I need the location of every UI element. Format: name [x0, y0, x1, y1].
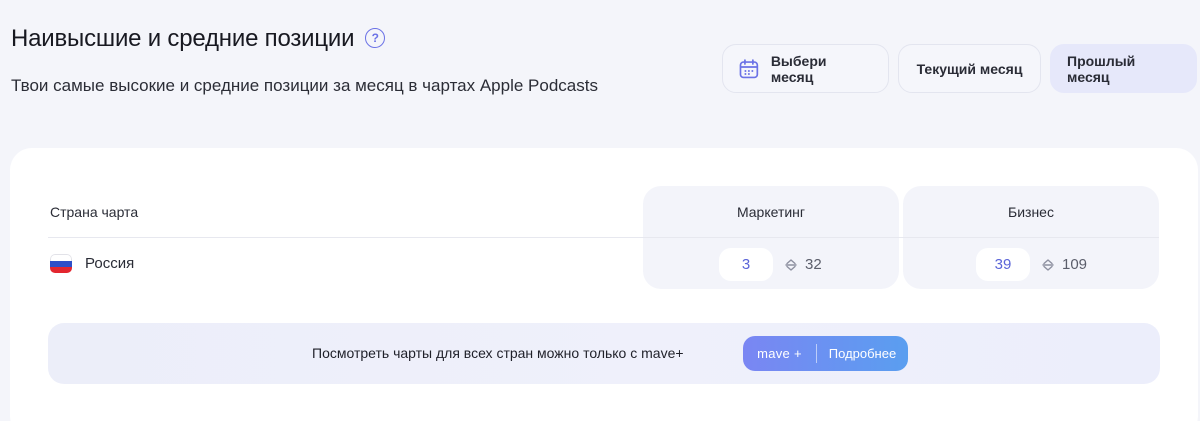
- page-subtitle: Твои самые высокие и средние позиции за …: [11, 76, 598, 95]
- average-position: 32: [805, 256, 822, 273]
- promo-text: Посмотреть чарты для всех стран можно то…: [312, 345, 684, 361]
- current-month-label: Текущий месяц: [916, 60, 1023, 77]
- column-header-category: Маркетинг: [736, 204, 806, 220]
- title-row: Наивысшие и средние позиции ?: [11, 25, 386, 53]
- header-divider: [48, 237, 1159, 238]
- best-position: 3: [719, 248, 773, 281]
- page: Наивысшие и средние позиции ? Твои самые…: [0, 0, 1200, 421]
- calendar-icon: [739, 58, 759, 78]
- column-header-category: Бизнес: [1008, 204, 1054, 220]
- promo-more-button[interactable]: mave + Подробнее: [743, 336, 908, 371]
- best-position: 39: [976, 248, 1030, 281]
- current-month-button[interactable]: Текущий месяц: [898, 44, 1041, 93]
- period-selector: Выбери месяц Текущий месяц Прошлый месяц: [722, 44, 1197, 93]
- last-month-label: Прошлый месяц: [1067, 52, 1136, 85]
- last-month-button[interactable]: Прошлый месяц: [1050, 44, 1197, 93]
- position-cell-business: 39 109: [976, 248, 1087, 281]
- promo-banner: Посмотреть чарты для всех стран можно то…: [48, 323, 1160, 384]
- average-icon: [1042, 258, 1054, 271]
- average-position: 109: [1062, 256, 1088, 273]
- pick-month-button[interactable]: Выбери месяц: [722, 44, 889, 93]
- column-header-country: Страна чарта: [50, 204, 139, 220]
- russia-flag-icon: [50, 254, 72, 273]
- country-name: Россия: [85, 255, 135, 272]
- page-title: Наивысшие и средние позиции: [11, 25, 355, 52]
- pick-month-label: Выбери месяц: [770, 52, 827, 85]
- position-cell-marketing: 3 32: [719, 248, 822, 281]
- promo-more-label: Подробнее: [828, 346, 897, 361]
- average-icon: [785, 258, 797, 271]
- positions-card: Страна чарта Маркетинг Бизнес Россия 3 3…: [10, 148, 1198, 421]
- table-row: Россия: [50, 254, 134, 273]
- question-circle-icon[interactable]: ?: [365, 28, 386, 48]
- mave-plus-logo: mave +: [757, 346, 802, 361]
